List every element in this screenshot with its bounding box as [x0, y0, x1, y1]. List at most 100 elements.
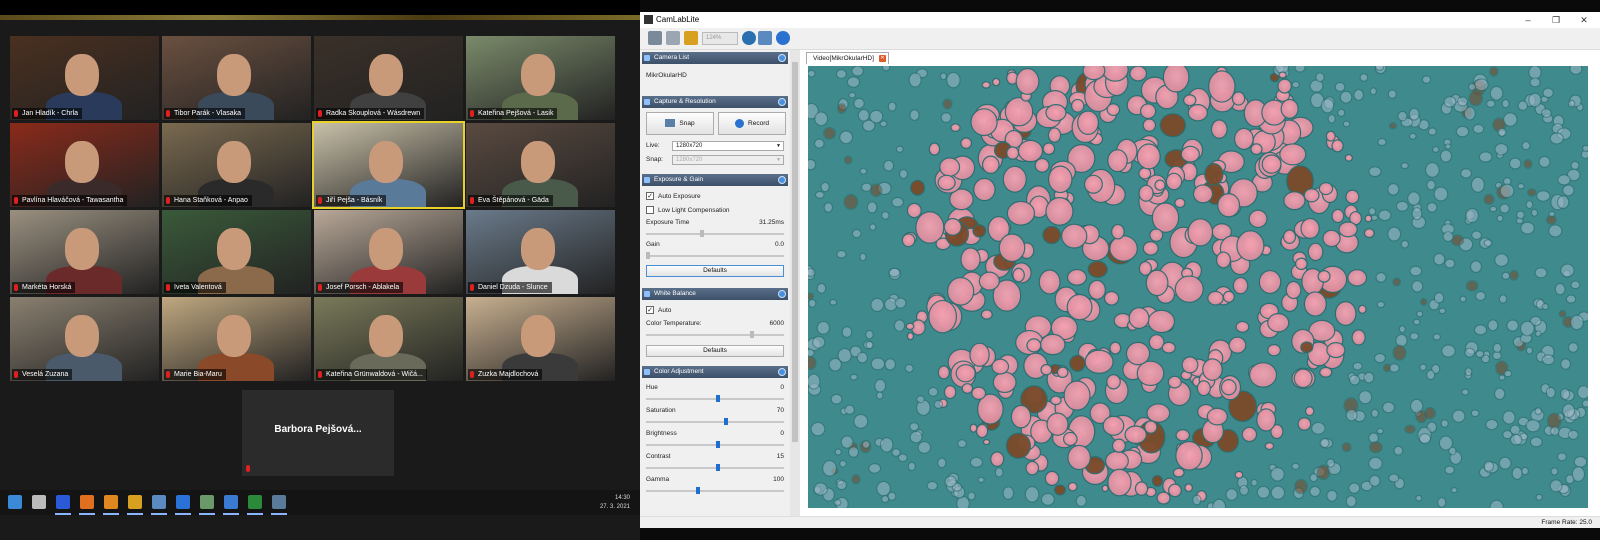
participant-tile[interactable]: Pavlína Hlaváčová - Tawasantha — [10, 123, 159, 207]
muted-mic-icon — [318, 197, 322, 204]
participant-face — [521, 315, 555, 357]
camera-item[interactable]: MikrOkularHD — [646, 72, 687, 79]
participant-tile[interactable]: Jiří Pejša - Básník — [312, 121, 465, 209]
muted-mic-icon — [318, 110, 322, 117]
camera-icon — [644, 55, 650, 61]
participant-tile[interactable]: Hana Staňková - Anpao — [162, 123, 311, 207]
close-tab-icon[interactable]: ✕ — [878, 55, 886, 62]
participant-face — [217, 54, 251, 96]
gain-slider-thumb[interactable] — [646, 252, 650, 259]
color-adjust-slider-thumb[interactable] — [716, 395, 720, 402]
snap-resolution-select[interactable]: 1280x720 ▼ — [672, 155, 784, 165]
participant-tile[interactable]: Marie Bia-Maru — [162, 297, 311, 381]
white-balance-header[interactable]: White Balance — [642, 288, 788, 300]
scrollbar-thumb[interactable] — [792, 62, 798, 442]
collapse-icon[interactable] — [778, 54, 786, 62]
color-adjust-header[interactable]: Color Adjustment — [642, 366, 788, 378]
exposure-defaults-button[interactable]: Defaults — [646, 265, 784, 277]
participant-tile[interactable]: Josef Porsch - Ablakela — [314, 210, 463, 294]
auto-exposure-checkbox[interactable]: ✓ — [646, 192, 654, 200]
snap-button[interactable]: Snap — [646, 112, 714, 135]
file-explorer-icon[interactable] — [56, 495, 70, 509]
firefox-icon[interactable] — [80, 495, 94, 509]
winamp-icon[interactable] — [128, 495, 142, 509]
notes-icon[interactable] — [152, 495, 166, 509]
participant-name: Kateřina Pejšová - Lasik — [468, 108, 558, 119]
microscope-video-feed[interactable] — [808, 66, 1588, 508]
collapse-icon[interactable] — [778, 368, 786, 376]
taskbar-clock[interactable]: 14:30 27. 3. 2021 — [600, 494, 630, 512]
vlc-icon[interactable] — [104, 495, 118, 509]
collapse-icon[interactable] — [778, 98, 786, 106]
save-icon[interactable] — [666, 31, 680, 45]
participant-tile[interactable]: Radka Skouplová - Wásdrewn — [314, 36, 463, 120]
participant-tile[interactable]: Markéta Horská — [10, 210, 159, 294]
self-video-tile[interactable]: Barbora Pejšová... — [242, 390, 394, 476]
color-adjust-slider-thumb[interactable] — [716, 441, 720, 448]
zoom-icon[interactable] — [176, 495, 190, 509]
maximize-button[interactable]: ❐ — [1548, 14, 1564, 26]
color-temp-label: Color Temperature: — [646, 320, 702, 327]
color-adjust-slider-thumb[interactable] — [724, 418, 728, 425]
participant-tile[interactable]: Tibor Parák - Vlasaka — [162, 36, 311, 120]
muted-mic-icon — [470, 284, 474, 291]
minimize-button[interactable]: – — [1520, 14, 1536, 26]
participant-name: Eva Štěpánová - Gäda — [468, 195, 553, 206]
collapse-icon[interactable] — [778, 290, 786, 298]
camera-snap-icon — [665, 119, 676, 128]
participant-name: Marie Bia-Maru — [164, 369, 226, 380]
layers-icon[interactable] — [758, 31, 772, 45]
wb-defaults-button[interactable]: Defaults — [646, 345, 784, 357]
participant-tile[interactable]: Veselá Zuzana — [10, 297, 159, 381]
search-icon[interactable] — [32, 495, 46, 509]
muted-mic-icon — [470, 371, 474, 378]
participant-name: Iveta Valentová — [164, 282, 226, 293]
settings-icon[interactable] — [742, 31, 756, 45]
open-icon[interactable] — [648, 31, 662, 45]
camera-list-header[interactable]: Camera List — [642, 52, 788, 64]
record-button[interactable]: Record — [718, 112, 786, 135]
wb-auto-checkbox[interactable]: ✓ — [646, 306, 654, 314]
participant-name: Tibor Parák - Vlasaka — [164, 108, 246, 119]
color-adjust-slider-track — [646, 444, 784, 446]
tab-video[interactable]: Video[MikrOkularHD] ✕ — [806, 52, 889, 64]
app-title: CamLabLite — [656, 15, 700, 24]
running-indicator — [55, 513, 71, 515]
live-resolution-select[interactable]: 1280x720 ▼ — [672, 141, 784, 151]
muted-mic-icon — [14, 110, 18, 117]
info-icon[interactable] — [776, 31, 790, 45]
color-adjust-value: 0 — [780, 430, 784, 437]
title-bar: CamLabLite – ❐ ✕ — [640, 12, 1600, 28]
participant-face — [521, 54, 555, 96]
participant-tile[interactable]: Jan Hladík - Chrla — [10, 36, 159, 120]
participant-tile[interactable]: Daniel Dzuda - Slunce — [466, 210, 615, 294]
close-button[interactable]: ✕ — [1576, 14, 1592, 26]
muted-mic-icon — [470, 110, 474, 117]
color-temp-slider-track — [646, 334, 784, 336]
color-adjust-slider-thumb[interactable] — [696, 487, 700, 494]
panel-scrollbar[interactable] — [790, 50, 800, 522]
capture-header[interactable]: Capture & Resolution — [642, 96, 788, 108]
participant-tile[interactable]: Eva Štěpánová - Gäda — [466, 123, 615, 207]
muted-mic-icon — [166, 284, 170, 291]
snapshot-icon[interactable] — [684, 31, 698, 45]
collapse-icon[interactable] — [778, 176, 786, 184]
participant-tile[interactable]: Iveta Valentová — [162, 210, 311, 294]
zoom-select[interactable]: 124% — [702, 32, 738, 45]
participant-tile[interactable]: Kateřina Grünwaldová - Wičá... — [314, 297, 463, 381]
chrome-icon[interactable] — [200, 495, 214, 509]
exposure-slider-thumb[interactable] — [700, 230, 704, 237]
windows-start-icon[interactable] — [8, 495, 22, 509]
participant-tile[interactable]: Kateřina Pejšová - Lasik — [466, 36, 615, 120]
low-light-checkbox[interactable] — [646, 206, 654, 214]
color-adjust-slider-thumb[interactable] — [716, 464, 720, 471]
exposure-header[interactable]: Exposure & Gain — [642, 174, 788, 186]
participant-face — [65, 141, 99, 183]
color-adjust-value: 70 — [776, 407, 784, 414]
photos-icon[interactable] — [224, 495, 238, 509]
participant-tile[interactable]: Zuzka Majdlochová — [466, 297, 615, 381]
excel-icon[interactable] — [248, 495, 262, 509]
participant-face — [369, 54, 403, 96]
camera-icon[interactable] — [272, 495, 286, 509]
color-temp-slider-thumb[interactable] — [750, 331, 754, 338]
